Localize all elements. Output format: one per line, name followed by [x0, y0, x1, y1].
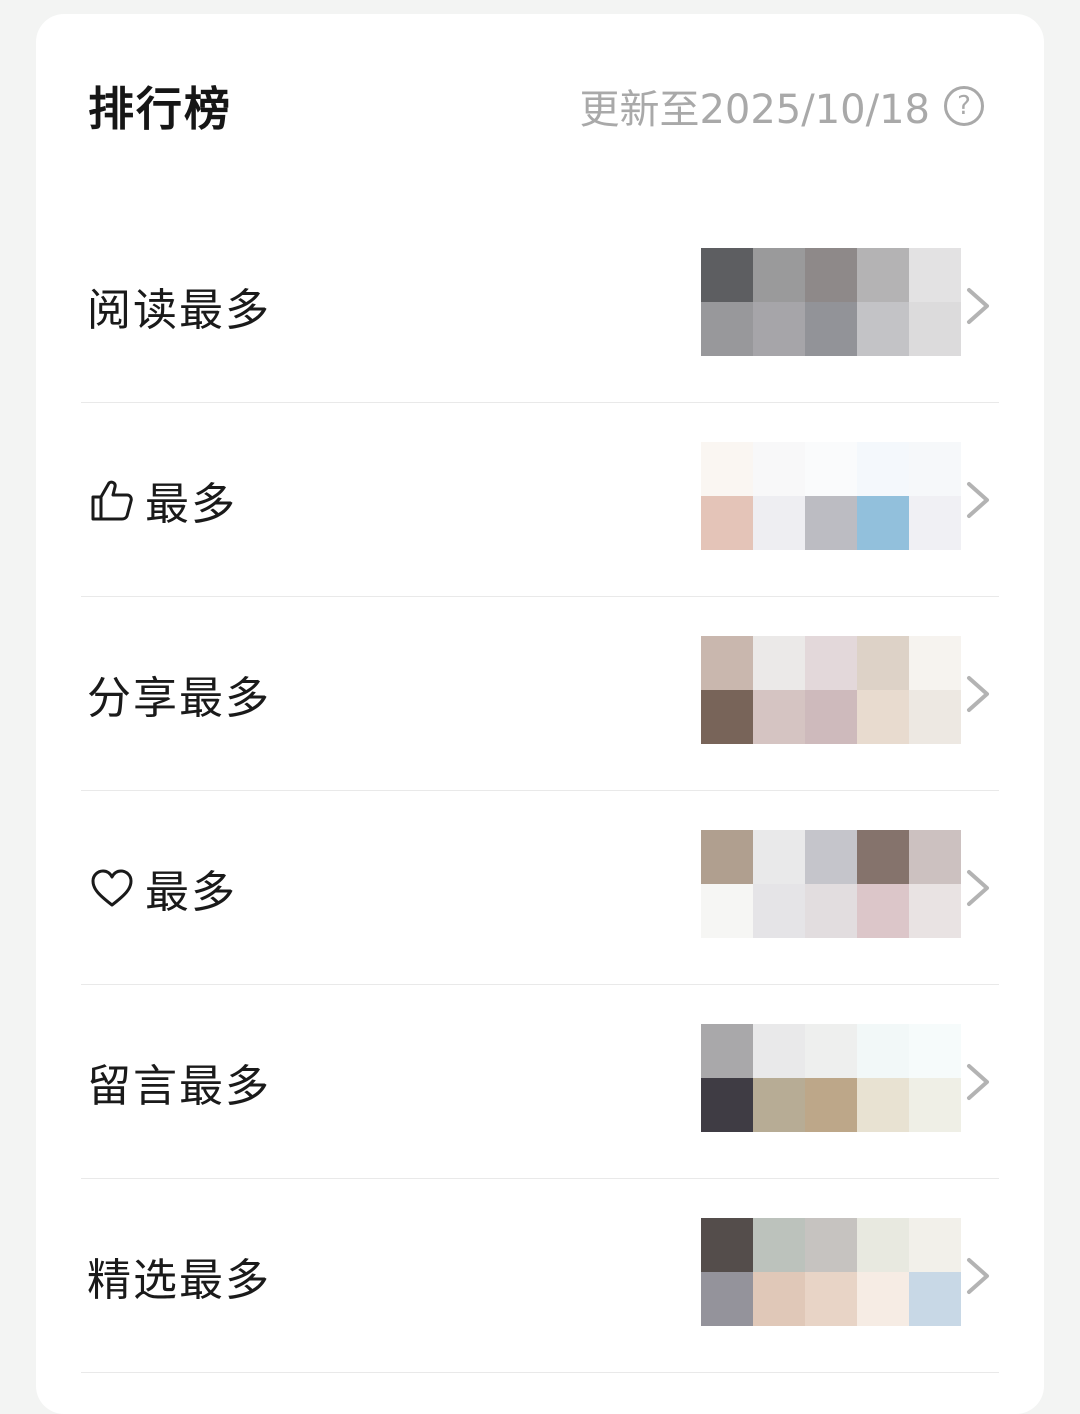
- header: 排行榜 更新至2025/10/18 ?: [88, 74, 984, 138]
- thumbs-up-icon: [87, 475, 137, 525]
- heart-icon: [87, 863, 137, 913]
- thumbnail-pixel: [701, 1271, 755, 1326]
- ranking-row-most-liked[interactable]: 最多: [81, 403, 999, 597]
- thumbnail-pixel: [909, 1217, 961, 1272]
- thumbnail-pixel: [857, 1217, 911, 1272]
- ranking-row-most-shared[interactable]: 分享最多: [81, 597, 999, 791]
- ranking-list: 阅读最多 最多 分享最多 最多 留言最多 精选最多: [81, 209, 999, 1373]
- thumbnail-strip: [701, 1217, 961, 1334]
- page-title: 排行榜: [88, 82, 232, 136]
- thumbnail-pixel: [909, 689, 961, 744]
- row-label: 阅读最多: [87, 274, 271, 338]
- thumbnail-pixel: [857, 635, 911, 690]
- thumbnail-pixel: [805, 1271, 859, 1326]
- row-label: 最多: [87, 856, 237, 920]
- chevron-right-icon: [967, 287, 989, 324]
- thumbnail-pixel: [857, 689, 911, 744]
- thumbnail-pixel: [701, 883, 755, 938]
- thumbnail-pixel: [753, 495, 807, 550]
- thumbnail-pixel: [753, 1023, 807, 1078]
- thumbnail-strip: [701, 635, 961, 752]
- chevron-right-icon: [967, 869, 989, 906]
- thumbnail-pixel: [753, 883, 807, 938]
- chevron-right-icon: [967, 1257, 989, 1294]
- thumbnail-pixel: [701, 1023, 755, 1078]
- thumbnail-pixel: [753, 1271, 807, 1326]
- update-date-text: 更新至2025/10/18: [579, 87, 930, 133]
- thumbnail-strip: [701, 247, 961, 364]
- thumbnail-pixel: [753, 247, 807, 302]
- thumbnail-pixel: [805, 495, 859, 550]
- thumbnail-pixel: [857, 1271, 911, 1326]
- chevron-right-icon: [967, 675, 989, 712]
- thumbnail-pixel: [753, 1077, 807, 1132]
- chevron-right-icon: [967, 1063, 989, 1100]
- thumbnail-pixel: [753, 829, 807, 884]
- row-label-text: 精选最多: [87, 1254, 271, 1306]
- thumbnail-pixel: [909, 635, 961, 690]
- thumbnail-pixel: [909, 1077, 961, 1132]
- thumbnail-pixel: [753, 635, 807, 690]
- thumbnail-pixel: [805, 441, 859, 496]
- thumbnail-pixel: [753, 689, 807, 744]
- row-label: 最多: [87, 468, 237, 532]
- help-icon[interactable]: ?: [944, 86, 984, 126]
- thumbnail-pixel: [857, 829, 911, 884]
- row-label: 分享最多: [87, 662, 271, 726]
- row-label-text: 阅读最多: [87, 284, 271, 336]
- thumbnail-pixel: [857, 495, 911, 550]
- thumbnail-pixel: [753, 441, 807, 496]
- row-label-text: 分享最多: [87, 672, 271, 724]
- thumbnail-pixel: [909, 247, 961, 302]
- thumbnail-pixel: [805, 1023, 859, 1078]
- thumbnail-pixel: [909, 1271, 961, 1326]
- ranking-card: 排行榜 更新至2025/10/18 ? 阅读最多 最多 分享最多 最多 留言最多…: [36, 14, 1044, 1414]
- thumbnail-strip: [701, 829, 961, 946]
- row-label-text: 留言最多: [87, 1060, 271, 1112]
- thumbnail-pixel: [701, 301, 755, 356]
- row-label: 精选最多: [87, 1244, 271, 1308]
- thumbnail-pixel: [909, 441, 961, 496]
- chevron-right-icon: [967, 481, 989, 518]
- update-info: 更新至2025/10/18 ?: [579, 77, 984, 135]
- thumbnail-pixel: [753, 301, 807, 356]
- thumbnail-pixel: [805, 635, 859, 690]
- thumbnail-pixel: [701, 1217, 755, 1272]
- thumbnail-pixel: [701, 829, 755, 884]
- thumbnail-pixel: [701, 247, 755, 302]
- thumbnail-pixel: [909, 301, 961, 356]
- thumbnail-pixel: [857, 247, 911, 302]
- ranking-row-most-favorited[interactable]: 最多: [81, 791, 999, 985]
- thumbnail-pixel: [857, 883, 911, 938]
- row-label-text: 最多: [145, 478, 237, 530]
- thumbnail-pixel: [857, 441, 911, 496]
- thumbnail-strip: [701, 1023, 961, 1140]
- thumbnail-pixel: [805, 883, 859, 938]
- ranking-row-most-read[interactable]: 阅读最多: [81, 209, 999, 403]
- thumbnail-pixel: [701, 635, 755, 690]
- thumbnail-pixel: [805, 247, 859, 302]
- ranking-row-most-comments[interactable]: 留言最多: [81, 985, 999, 1179]
- thumbnail-pixel: [753, 1217, 807, 1272]
- thumbnail-pixel: [857, 1023, 911, 1078]
- thumbnail-pixel: [805, 301, 859, 356]
- thumbnail-pixel: [701, 1077, 755, 1132]
- thumbnail-pixel: [909, 1023, 961, 1078]
- thumbnail-pixel: [857, 301, 911, 356]
- thumbnail-pixel: [805, 1077, 859, 1132]
- thumbnail-pixel: [701, 441, 755, 496]
- thumbnail-pixel: [701, 495, 755, 550]
- thumbnail-strip: [701, 441, 961, 558]
- ranking-row-most-featured[interactable]: 精选最多: [81, 1179, 999, 1373]
- thumbnail-pixel: [805, 829, 859, 884]
- thumbnail-pixel: [805, 1217, 859, 1272]
- thumbnail-pixel: [909, 829, 961, 884]
- thumbnail-pixel: [857, 1077, 911, 1132]
- row-label: 留言最多: [87, 1050, 271, 1114]
- thumbnail-pixel: [701, 689, 755, 744]
- thumbnail-pixel: [909, 495, 961, 550]
- row-label-text: 最多: [145, 866, 237, 918]
- thumbnail-pixel: [909, 883, 961, 938]
- thumbnail-pixel: [805, 689, 859, 744]
